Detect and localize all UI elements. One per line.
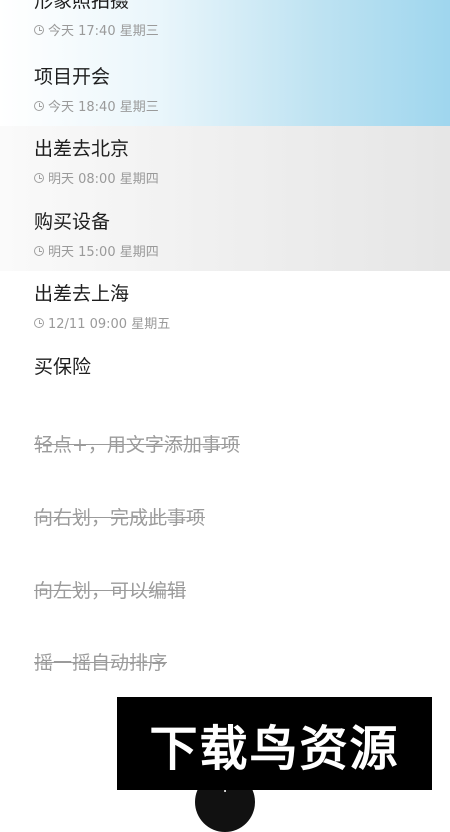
task-title: 购买设备 [34,211,111,233]
watermark-text: 下载鸟资源 [149,720,400,777]
task-time: 今天 18:40 星期三 [48,100,159,115]
clock-icon [34,172,44,183]
task-title: 出差去北京 [34,138,130,160]
task-meta: 明天 15:00 星期四 [34,241,159,260]
task-item[interactable]: 形象照拍摄 今天 17:40 星期三 [0,0,450,56]
task-title: 出差去上海 [34,283,130,305]
task-time: 明天 15:00 星期四 [48,245,159,260]
task-time: 12/11 09:00 星期五 [48,317,171,332]
task-item[interactable]: 出差去上海 12/11 09:00 星期五 [0,276,450,349]
clock-icon [34,317,44,328]
hint-swipe-left[interactable]: 向左划，可以编辑 [34,576,186,603]
hint-add-item[interactable]: 轻点+，用文字添加事项 [34,430,240,457]
task-item[interactable]: 出差去北京 明天 08:00 星期四 [0,131,450,204]
task-title: 项目开会 [34,66,111,88]
task-item[interactable]: 买保险 [0,349,450,422]
task-item[interactable]: 购买设备 明天 15:00 星期四 [0,204,450,277]
clock-icon [34,24,44,35]
hint-shake-sort[interactable]: 摇一摇自动排序 [34,648,167,675]
task-title: 买保险 [34,356,92,378]
task-time: 明天 08:00 星期四 [48,172,159,187]
task-meta: 12/11 09:00 星期五 [34,313,170,332]
task-item[interactable]: 项目开会 今天 18:40 星期三 [0,59,450,132]
task-meta: 今天 17:40 星期三 [34,20,159,39]
clock-icon [34,100,44,111]
task-time: 今天 17:40 星期三 [48,24,159,39]
watermark-banner: 下载鸟资源 [117,697,432,790]
clock-icon [34,245,44,256]
task-meta: 明天 08:00 星期四 [34,168,159,187]
hint-swipe-right[interactable]: 向右划，完成此事项 [34,503,205,530]
task-meta: 今天 18:40 星期三 [34,96,159,115]
task-title: 形象照拍摄 [34,0,130,12]
